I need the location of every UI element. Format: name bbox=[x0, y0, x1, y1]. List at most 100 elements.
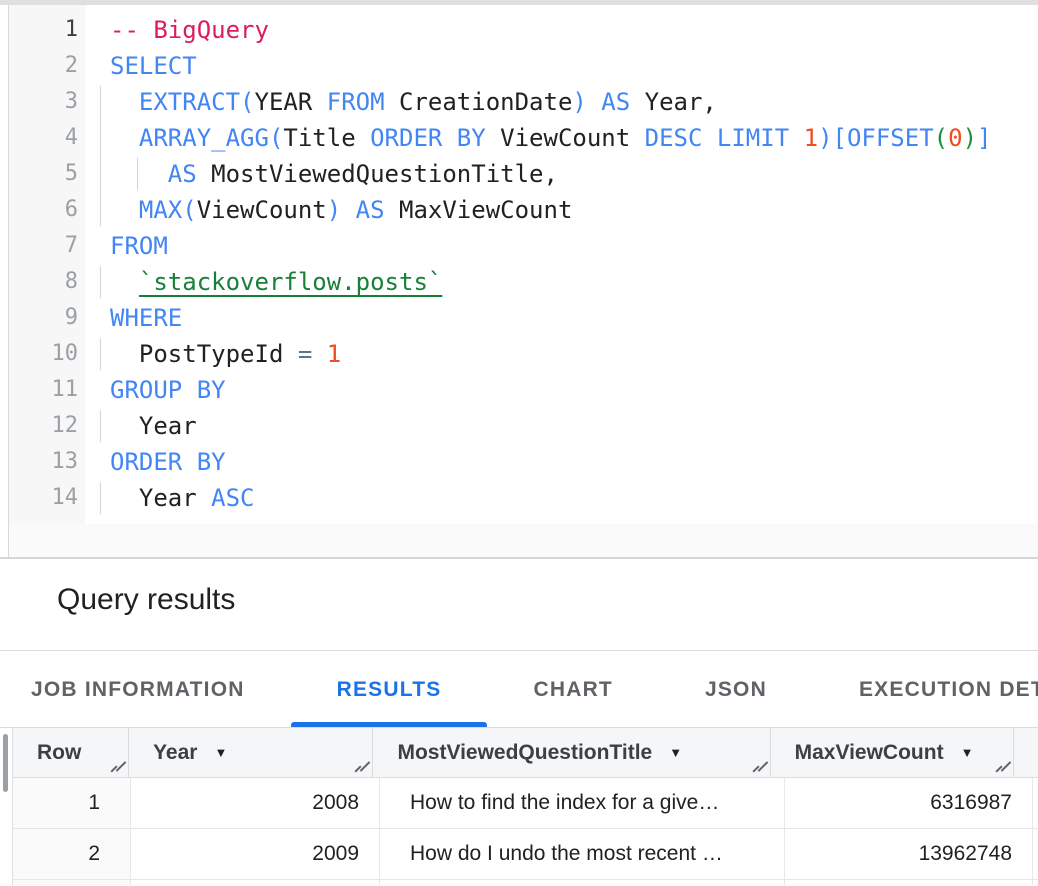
cell-partial bbox=[785, 880, 1033, 885]
code-line-14[interactable]: 14 Year ASC bbox=[0, 480, 1038, 516]
tab-results[interactable]: RESULTS bbox=[291, 652, 488, 727]
cell-partial bbox=[380, 880, 785, 885]
code-line-4[interactable]: 4 ARRAY_AGG(Title ORDER BY ViewCount DES… bbox=[0, 120, 1038, 156]
results-grid: RowYear▼MostViewedQuestionTitle▼MaxViewC… bbox=[12, 728, 1038, 885]
code-token bbox=[110, 196, 139, 224]
code-token: ASC bbox=[211, 484, 254, 512]
code-line-9[interactable]: 9 WHERE bbox=[0, 300, 1038, 336]
code-line-3[interactable]: 3 EXTRACT(YEAR FROM CreationDate) AS Yea… bbox=[0, 84, 1038, 120]
sql-editor[interactable]: 1-- BigQuery2 SELECT 3 EXTRACT(YEAR FROM C… bbox=[0, 5, 1038, 557]
column-resize-handle-icon[interactable] bbox=[353, 759, 369, 774]
code-token: ViewCount bbox=[197, 196, 327, 224]
cell-mostviewedquestiontitle-row2[interactable]: How do I undo the most recent … bbox=[380, 829, 785, 879]
table-row-partial bbox=[12, 880, 1038, 885]
page-title: Query results bbox=[57, 583, 235, 617]
sort-dropdown-icon[interactable]: ▼ bbox=[214, 745, 227, 760]
line-number: 11 bbox=[9, 372, 78, 408]
column-label: Row bbox=[37, 741, 81, 765]
indent-guide bbox=[100, 266, 101, 298]
code-token: 0 bbox=[948, 124, 962, 152]
code-line-6[interactable]: 6 MAX(ViewCount) AS MaxViewCount bbox=[0, 192, 1038, 228]
column-label: Year bbox=[153, 741, 197, 765]
line-number: 13 bbox=[9, 444, 78, 480]
tab-json[interactable]: JSON bbox=[659, 652, 813, 727]
tab-execution-details[interactable]: EXECUTION DETAILS bbox=[813, 652, 1038, 727]
sort-dropdown-icon[interactable]: ▼ bbox=[669, 745, 682, 760]
cell-year-row1[interactable]: 2008 bbox=[131, 778, 380, 828]
code-line-11[interactable]: 11 GROUP BY bbox=[0, 372, 1038, 408]
sort-dropdown-icon[interactable]: ▼ bbox=[961, 745, 974, 760]
code-text: ARRAY_AGG(Title ORDER BY ViewCount DESC … bbox=[110, 120, 991, 156]
code-token: ) bbox=[963, 124, 977, 152]
code-token: )[OFFSET bbox=[818, 124, 934, 152]
code-line-13[interactable]: 13 ORDER BY bbox=[0, 444, 1038, 480]
code-token: FROM bbox=[110, 232, 168, 260]
code-line-8[interactable]: 8 `stackoverflow.posts` bbox=[0, 264, 1038, 300]
code-line-5[interactable]: 5 AS MostViewedQuestionTitle, bbox=[0, 156, 1038, 192]
code-text: FROM bbox=[110, 228, 168, 264]
code-token: AS bbox=[168, 160, 197, 188]
cell-row-row1[interactable]: 1 bbox=[13, 778, 131, 828]
code-text: -- BigQuery bbox=[110, 12, 269, 48]
code-text: EXTRACT(YEAR FROM CreationDate) AS Year, bbox=[110, 84, 717, 120]
column-resize-handle-icon[interactable] bbox=[109, 759, 125, 774]
cell-overflow bbox=[1033, 829, 1038, 879]
line-number: 2 bbox=[9, 48, 78, 84]
cell-row-row2[interactable]: 2 bbox=[13, 829, 131, 879]
column-header-overflow bbox=[1014, 728, 1038, 777]
table-reference-link[interactable]: `stackoverflow.posts` bbox=[139, 268, 442, 296]
column-header-year[interactable]: Year ▼ bbox=[129, 728, 373, 777]
tab-label: JOB INFORMATION bbox=[31, 678, 245, 702]
vertical-scrollbar-thumb[interactable] bbox=[3, 734, 8, 792]
column-resize-handle-icon[interactable] bbox=[751, 759, 767, 774]
query-results-header: Query results bbox=[0, 559, 1038, 651]
code-token: WHERE bbox=[110, 304, 182, 332]
code-text: MAX(ViewCount) AS MaxViewCount bbox=[110, 192, 572, 228]
indent-guide bbox=[100, 338, 101, 370]
line-number: 3 bbox=[9, 84, 78, 120]
code-token: ( bbox=[934, 124, 948, 152]
code-token: Year bbox=[110, 412, 197, 440]
code-line-10[interactable]: 10 PostTypeId = 1 bbox=[0, 336, 1038, 372]
code-line-12[interactable]: 12 Year bbox=[0, 408, 1038, 444]
column-header-mostviewedquestiontitle[interactable]: MostViewedQuestionTitle▼ bbox=[373, 728, 770, 777]
tab-job-information[interactable]: JOB INFORMATION bbox=[6, 652, 291, 727]
column-label: MaxViewCount bbox=[795, 741, 944, 765]
line-number: 12 bbox=[9, 408, 78, 444]
code-line-7[interactable]: 7 FROM bbox=[0, 228, 1038, 264]
code-token: YEAR bbox=[255, 88, 327, 116]
code-text: Year ASC bbox=[110, 480, 255, 516]
line-number: 8 bbox=[9, 264, 78, 300]
code-token: Year bbox=[110, 484, 211, 512]
cell-year-row2[interactable]: 2009 bbox=[131, 829, 380, 879]
line-number: 9 bbox=[9, 300, 78, 336]
indent-guide bbox=[100, 410, 101, 442]
cell-maxviewcount-row1[interactable]: 6316987 bbox=[785, 778, 1033, 828]
line-number: 7 bbox=[9, 228, 78, 264]
column-header-row[interactable]: Row bbox=[13, 728, 129, 777]
cell-maxviewcount-row2[interactable]: 13962748 bbox=[785, 829, 1033, 879]
code-line-1[interactable]: 1-- BigQuery bbox=[0, 12, 1038, 48]
code-token: CreationDate bbox=[385, 88, 573, 116]
code-line-2[interactable]: 2 SELECT bbox=[0, 48, 1038, 84]
cell-partial bbox=[131, 880, 380, 885]
code-token: EXTRACT( bbox=[139, 88, 255, 116]
tab-chart[interactable]: CHART bbox=[487, 652, 659, 727]
code-token: MaxViewCount bbox=[385, 196, 573, 224]
code-token: -- BigQuery bbox=[110, 16, 269, 44]
tab-label: CHART bbox=[533, 678, 613, 702]
indent-guide bbox=[137, 158, 138, 190]
cell-mostviewedquestiontitle-row1[interactable]: How to find the index for a give… bbox=[380, 778, 785, 828]
code-token: MostViewedQuestionTitle, bbox=[197, 160, 558, 188]
code-token: ORDER BY bbox=[370, 124, 486, 152]
code-token: = bbox=[298, 340, 327, 368]
code-token: GROUP BY bbox=[110, 376, 226, 404]
column-resize-handle-icon[interactable] bbox=[994, 759, 1010, 774]
code-token: MAX( bbox=[139, 196, 197, 224]
line-number: 14 bbox=[9, 480, 78, 516]
column-header-maxviewcount[interactable]: MaxViewCount ▼ bbox=[771, 728, 1014, 777]
code-text: ORDER BY bbox=[110, 444, 226, 480]
cell-partial bbox=[13, 880, 131, 885]
code-token: SELECT bbox=[110, 52, 197, 80]
table-row-1: 12008How to find the index for a give…63… bbox=[12, 778, 1038, 829]
